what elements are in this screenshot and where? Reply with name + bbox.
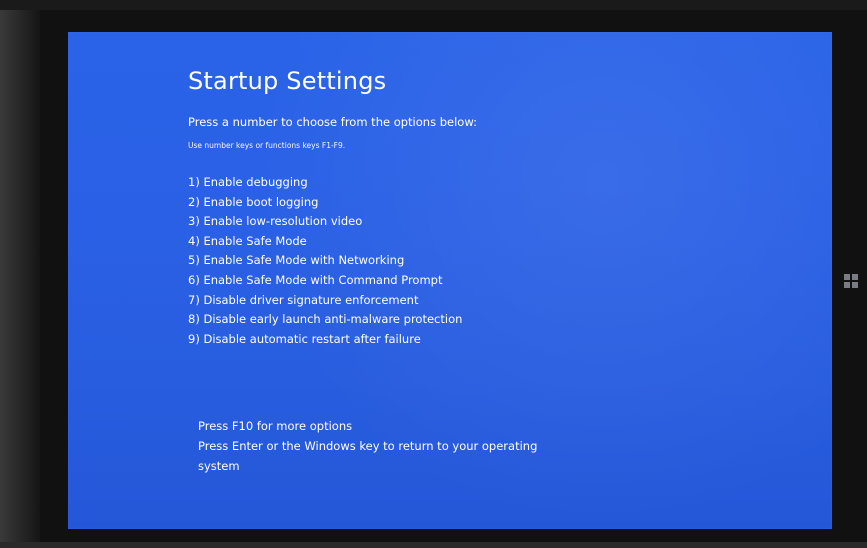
instruction-text: Press a number to choose from the option… xyxy=(188,115,477,129)
option-enable-low-resolution-video[interactable]: 3) Enable low-resolution video xyxy=(188,212,748,232)
footer-instructions: Press F10 for more options Press Enter o… xyxy=(198,416,618,476)
startup-settings-screen: Startup Settings Press a number to choos… xyxy=(68,32,832,529)
windows-logo-pane xyxy=(852,282,858,288)
device-photo: Startup Settings Press a number to choos… xyxy=(0,0,867,548)
startup-settings-content: Startup Settings Press a number to choos… xyxy=(188,67,748,349)
bezel-side-shadow xyxy=(0,0,40,548)
option-enable-debugging[interactable]: 1) Enable debugging xyxy=(188,173,748,193)
windows-logo-icon[interactable] xyxy=(844,274,858,288)
more-options-text[interactable]: Press F10 for more options xyxy=(198,416,618,436)
bezel-top-edge xyxy=(0,0,867,10)
startup-options-list: 1) Enable debugging 2) Enable boot loggi… xyxy=(188,173,748,349)
option-disable-automatic-restart[interactable]: 9) Disable automatic restart after failu… xyxy=(188,330,748,350)
windows-logo-pane xyxy=(844,274,850,280)
desk-edge xyxy=(0,542,867,548)
option-enable-safe-mode[interactable]: 4) Enable Safe Mode xyxy=(188,232,748,252)
return-text-line1[interactable]: Press Enter or the Windows key to return… xyxy=(198,436,618,456)
option-safe-mode-networking[interactable]: 5) Enable Safe Mode with Networking xyxy=(188,251,748,271)
page-title: Startup Settings xyxy=(188,67,387,95)
option-enable-boot-logging[interactable]: 2) Enable boot logging xyxy=(188,193,748,213)
windows-logo-pane xyxy=(844,282,850,288)
return-text-line2[interactable]: system xyxy=(198,456,618,476)
option-safe-mode-command-prompt[interactable]: 6) Enable Safe Mode with Command Prompt xyxy=(188,271,748,291)
option-disable-early-launch-antimalware[interactable]: 8) Disable early launch anti-malware pro… xyxy=(188,310,748,330)
option-disable-driver-signature[interactable]: 7) Disable driver signature enforcement xyxy=(188,291,748,311)
key-hint-text: Use number keys or functions keys F1-F9. xyxy=(188,141,346,150)
windows-logo-pane xyxy=(852,274,858,280)
